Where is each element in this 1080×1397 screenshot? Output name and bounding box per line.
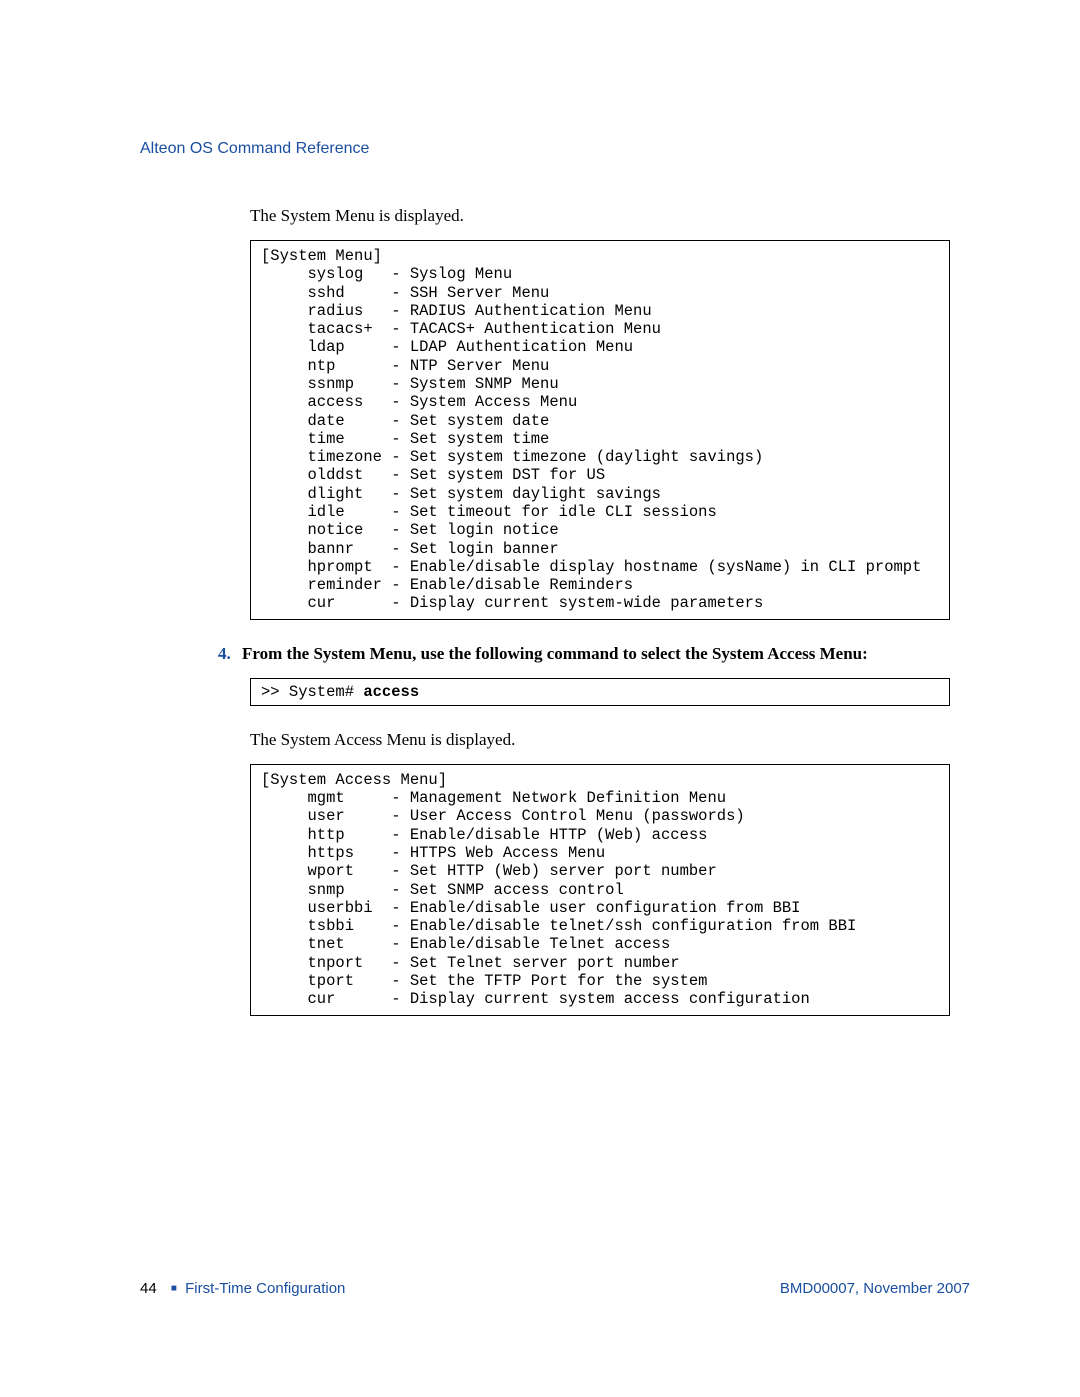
step-instruction: From the System Menu, use the following …: [242, 644, 868, 664]
step-4: 4. From the System Menu, use the followi…: [218, 644, 970, 664]
footer-separator-icon: ■: [171, 1283, 177, 1294]
footer-right: BMD00007, November 2007: [780, 1280, 970, 1297]
system-menu-code-block: [System Menu] syslog - Syslog Menu sshd …: [250, 240, 950, 620]
intro-text-1: The System Menu is displayed.: [250, 206, 970, 226]
page-number: 44: [140, 1280, 157, 1297]
access-menu-code-block: [System Access Menu] mgmt - Management N…: [250, 764, 950, 1016]
footer-left: 44 ■ First-Time Configuration: [140, 1280, 345, 1297]
document-page: Alteon OS Command Reference The System M…: [0, 0, 1080, 1397]
command-prompt: >> System#: [261, 683, 363, 701]
chapter-title: First-Time Configuration: [185, 1280, 345, 1297]
running-header: Alteon OS Command Reference: [140, 140, 970, 158]
command-code-block: >> System# access: [250, 678, 950, 706]
step-number: 4.: [218, 644, 242, 664]
page-content: The System Menu is displayed. [System Me…: [250, 206, 970, 1016]
intro-text-2: The System Access Menu is displayed.: [250, 730, 970, 750]
page-footer: 44 ■ First-Time Configuration BMD00007, …: [140, 1280, 970, 1297]
command-text: access: [363, 683, 419, 701]
